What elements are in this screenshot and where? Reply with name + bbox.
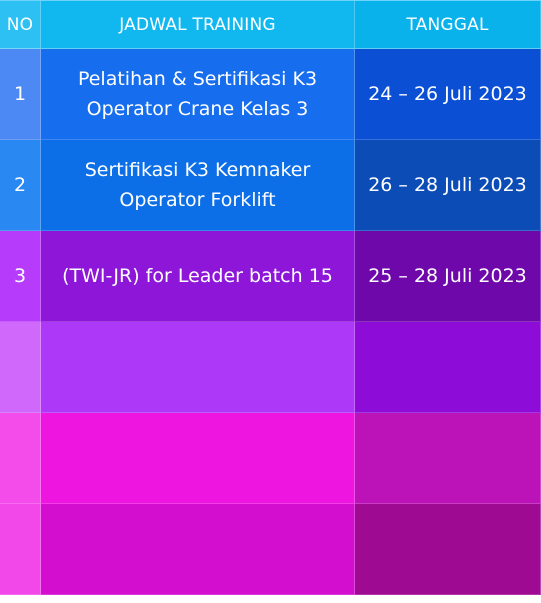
training-name xyxy=(41,413,355,504)
row-number xyxy=(0,504,41,595)
training-date xyxy=(355,413,541,504)
row-number xyxy=(0,413,41,504)
table-header-row: NO JADWAL TRAINING TANGGAL xyxy=(0,1,541,49)
table-row xyxy=(0,504,541,595)
training-date: 26 – 28 Juli 2023 xyxy=(355,140,541,231)
header-training-schedule: JADWAL TRAINING xyxy=(41,1,355,49)
training-date xyxy=(355,504,541,595)
training-name xyxy=(41,504,355,595)
table-row xyxy=(0,413,541,504)
table-row: 3 (TWI-JR) for Leader batch 15 25 – 28 J… xyxy=(0,231,541,322)
table-row xyxy=(0,322,541,413)
row-number: 1 xyxy=(0,49,41,140)
table-row: 1 Pelatihan & Sertifikasi K3 Operator Cr… xyxy=(0,49,541,140)
training-name xyxy=(41,322,355,413)
row-number: 3 xyxy=(0,231,41,322)
header-date: TANGGAL xyxy=(355,1,541,49)
row-number: 2 xyxy=(0,140,41,231)
training-name: Sertifikasi K3 Kemnaker Operator Forklif… xyxy=(41,140,355,231)
training-schedule-table: NO JADWAL TRAINING TANGGAL 1 Pelatihan &… xyxy=(0,0,541,603)
training-date: 25 – 28 Juli 2023 xyxy=(355,231,541,322)
training-name: Pelatihan & Sertifikasi K3 Operator Cran… xyxy=(41,49,355,140)
header-no: NO xyxy=(0,1,41,49)
training-name: (TWI-JR) for Leader batch 15 xyxy=(41,231,355,322)
row-number xyxy=(0,322,41,413)
training-date: 24 – 26 Juli 2023 xyxy=(355,49,541,140)
training-date xyxy=(355,322,541,413)
table-row: 2 Sertifikasi K3 Kemnaker Operator Forkl… xyxy=(0,140,541,231)
